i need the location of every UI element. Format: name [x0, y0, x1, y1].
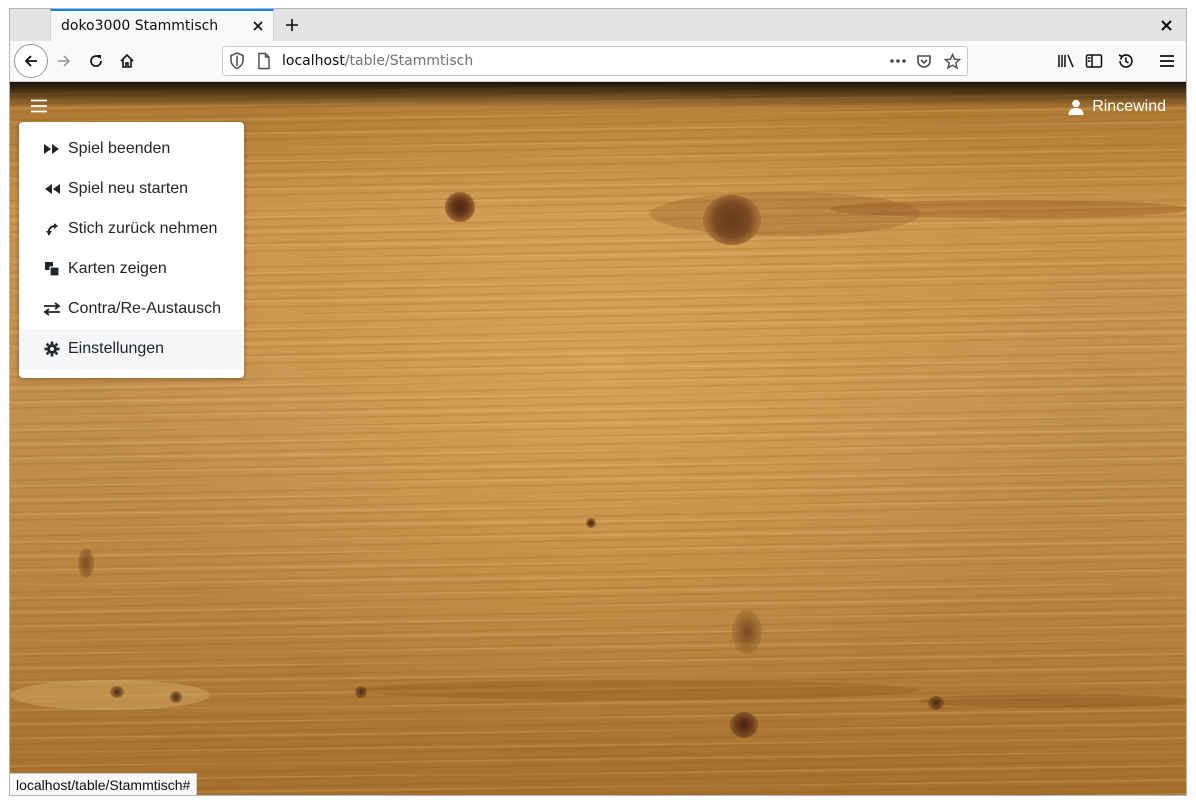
wood-knot [110, 686, 124, 698]
rewind-icon [43, 180, 61, 198]
tab-title: doko3000 Stammtisch [61, 18, 219, 34]
wood-grain-streak [920, 694, 1186, 708]
library-icon [1058, 54, 1074, 68]
wood-knot [928, 696, 944, 710]
wood-knot [730, 712, 758, 738]
menu-item-spiel-neu-starten[interactable]: Spiel neu starten [19, 169, 244, 209]
menu-item-stich-zurueck[interactable]: Stich zurück nehmen [19, 209, 244, 249]
cards-icon [43, 260, 61, 278]
wood-knot [170, 691, 182, 703]
menu-item-label: Karten zeigen [68, 260, 167, 277]
wood-knot [445, 192, 475, 222]
menu-item-label: Spiel beenden [68, 140, 171, 157]
forward-button[interactable] [48, 45, 80, 77]
url-path: /table/Stammtisch [344, 53, 474, 69]
page-actions-icon[interactable] [887, 50, 909, 72]
navigation-bar: localhost/table/Stammtisch [10, 41, 1186, 82]
forward-arrow-icon [58, 55, 71, 67]
home-button[interactable] [111, 45, 143, 77]
header-shade [10, 82, 1186, 108]
menu-item-karten-zeigen[interactable]: Karten zeigen [19, 249, 244, 289]
hamburger-icon [31, 99, 47, 113]
hamburger-menu-icon [1160, 55, 1174, 67]
user-name: Rincewind [1092, 98, 1166, 115]
menu-item-label: Contra/Re-Austausch [68, 300, 221, 317]
sidebar-button[interactable] [1078, 45, 1110, 77]
game-menu-dropdown: Spiel beenden Spiel neu starten Stich zu… [19, 122, 244, 378]
history-icon [1118, 54, 1133, 68]
reload-button[interactable] [80, 45, 112, 77]
user-icon [1068, 99, 1084, 115]
hamburger-menu-toggle[interactable] [28, 96, 50, 116]
wood-knot [703, 195, 761, 245]
url-host: localhost [282, 53, 345, 69]
tab-strip: doko3000 Stammtisch [10, 9, 1186, 41]
gear-icon [43, 340, 61, 358]
tab-close-icon[interactable] [243, 11, 273, 41]
history-button[interactable] [1110, 45, 1142, 77]
pocket-icon[interactable] [913, 50, 935, 72]
sidebar-icon [1085, 54, 1103, 68]
menu-item-spiel-beenden[interactable]: Spiel beenden [19, 129, 244, 169]
game-table[interactable]: Rincewind Spiel beenden Spiel neu starte… [10, 82, 1186, 795]
shield-icon[interactable] [229, 52, 245, 74]
status-bar: localhost/table/Stammtisch# [10, 773, 198, 795]
page-icon[interactable] [257, 52, 271, 74]
browser-window: doko3000 Stammtisch localhost/table/Stam… [9, 8, 1187, 796]
wood-knot [78, 548, 94, 578]
wood-knot [586, 518, 596, 528]
wood-grain-streak [830, 200, 1186, 218]
new-tab-icon[interactable] [278, 11, 306, 39]
wood-grain-streak [360, 680, 920, 700]
fast-forward-icon [43, 140, 61, 158]
menu-item-label: Spiel neu starten [68, 180, 189, 197]
wood-knot [732, 610, 762, 654]
exchange-icon [43, 300, 61, 318]
back-button[interactable] [14, 44, 48, 78]
back-arrow-icon [24, 55, 37, 67]
status-url: localhost/table/Stammtisch# [16, 776, 191, 793]
window-close-icon[interactable] [1152, 11, 1180, 39]
user-menu[interactable]: Rincewind [1068, 96, 1166, 118]
menu-item-label: Stich zurück nehmen [68, 220, 218, 237]
app-menu-button[interactable] [1151, 45, 1183, 77]
bookmark-star-icon[interactable] [941, 50, 963, 72]
wood-knot [355, 686, 367, 698]
home-icon [120, 53, 134, 68]
menu-item-einstellungen[interactable]: Einstellungen [19, 329, 244, 369]
url-bar[interactable]: localhost/table/Stammtisch [222, 46, 968, 76]
tab-active[interactable]: doko3000 Stammtisch [50, 9, 274, 41]
menu-item-label: Einstellungen [68, 340, 165, 357]
url-text[interactable]: localhost/table/Stammtisch [282, 53, 473, 69]
menu-item-contra-re[interactable]: Contra/Re-Austausch [19, 289, 244, 329]
undo-icon [43, 220, 61, 238]
reload-icon [90, 55, 102, 67]
